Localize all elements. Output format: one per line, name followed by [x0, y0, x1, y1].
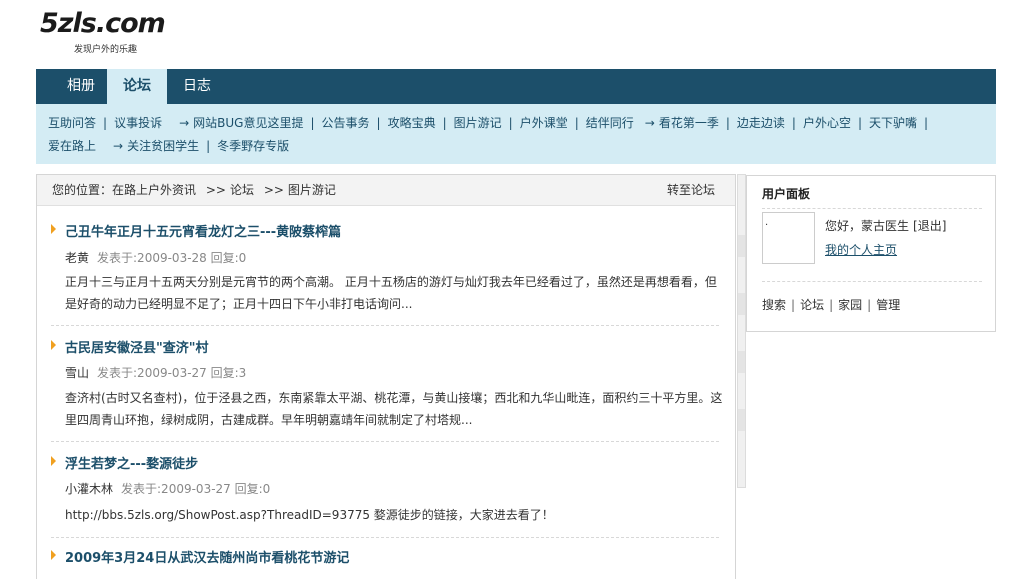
- divider: |: [829, 298, 834, 312]
- post-meta: 雪山 发表于:2009-03-27 回复:3: [65, 364, 246, 381]
- post-title[interactable]: 己丑牛年正月十五元宵看龙灯之三---黄陂蔡榨篇: [65, 221, 341, 240]
- breadcrumb-separator: >>: [263, 183, 284, 197]
- divider: |: [206, 139, 211, 153]
- board-link[interactable]: 结伴同行: [586, 116, 634, 130]
- board-link[interactable]: 议事投诉: [114, 116, 162, 130]
- search-link[interactable]: 搜索: [762, 298, 786, 312]
- scrollbar-stripe: [738, 235, 745, 257]
- divider: |: [442, 116, 447, 130]
- divider: |: [376, 116, 381, 130]
- divider: |: [791, 298, 796, 312]
- arrow-icon: →: [179, 116, 190, 130]
- site-logo[interactable]: 5zls.com 发现户外的乐趣: [40, 8, 166, 55]
- post-item: 己丑牛年正月十五元宵看龙灯之三---黄陂蔡榨篇 老黄 发表于:2009-03-28…: [51, 206, 719, 326]
- divider: [762, 281, 982, 282]
- post-meta: 小灌木林 发表于:2009-03-27 回复:0: [65, 480, 270, 497]
- bullet-arrow-icon: [51, 456, 56, 466]
- board-link[interactable]: 图片游记: [454, 116, 502, 130]
- post-excerpt: 正月十三与正月十五两天分别是元宵节的两个高潮。 正月十五杨店的游灯与灿灯我去年已…: [65, 275, 717, 311]
- board-link[interactable]: 边走边读: [737, 116, 785, 130]
- sub-nav: 互助问答 | 议事投诉 → 网站BUG意见这里提 | 公告事务 | 攻略宝典 | 图片游记 | 户外课堂…: [36, 104, 996, 164]
- board-link[interactable]: 公告事务: [322, 116, 370, 130]
- sub-nav-row-2: 爱在路上 → 关注贫困学生 | 冬季野存专版: [48, 135, 986, 158]
- arrow-icon: →: [113, 139, 124, 153]
- divider: |: [103, 116, 108, 130]
- bullet-arrow-icon: [51, 550, 56, 560]
- post-meta: 老黄 发表于:2009-03-28 回复:0: [65, 249, 246, 266]
- content-scrollbar[interactable]: [737, 174, 746, 488]
- post-excerpt: http://bbs.5zls.org/ShowPost.asp?ThreadI…: [65, 508, 554, 522]
- post-author[interactable]: 老黄: [65, 251, 89, 265]
- divider: |: [791, 116, 796, 130]
- breadcrumb-separator: >>: [205, 183, 226, 197]
- bullet-arrow-icon: [51, 340, 56, 350]
- divider: |: [867, 298, 872, 312]
- post-date-replies: 发表于:2009-03-27 回复:0: [121, 482, 271, 496]
- bullet-arrow-icon: [51, 224, 56, 234]
- breadcrumb-forum[interactable]: 论坛: [230, 183, 254, 197]
- tab-album[interactable]: 相册: [56, 69, 106, 104]
- post-author[interactable]: 雪山: [65, 366, 89, 380]
- breadcrumb-site[interactable]: 在路上户外资讯: [112, 183, 196, 197]
- breadcrumb-board[interactable]: 图片游记: [288, 183, 336, 197]
- post-title[interactable]: 浮生若梦之---婺源徒步: [65, 453, 198, 472]
- sub-nav-row-1: 互助问答 | 议事投诉 → 网站BUG意见这里提 | 公告事务 | 攻略宝典 | 图片游记 | 户外课堂…: [48, 112, 986, 135]
- user-panel-links: 搜索 | 论坛 | 家园 | 管理: [762, 296, 900, 313]
- logo-slogan: 发现户外的乐趣: [74, 45, 138, 55]
- logout-link[interactable]: [退出]: [913, 219, 946, 233]
- greeting: 您好，蒙古医生 [退出]: [825, 217, 946, 234]
- post-date-replies: 发表于:2009-03-27 回复:3: [97, 366, 247, 380]
- user-panel-title: 用户面板: [762, 187, 811, 201]
- scrollbar-stripe: [738, 409, 745, 431]
- avatar-placeholder: .: [765, 217, 769, 228]
- arrow-icon: →: [644, 116, 655, 130]
- divider: |: [725, 116, 730, 130]
- divider: |: [310, 116, 315, 130]
- post-author[interactable]: 小灌木林: [65, 482, 113, 496]
- greeting-text: 您好，蒙古医生: [825, 219, 910, 233]
- board-link[interactable]: 爱在路上: [48, 139, 96, 153]
- post-list-panel: 您的位置：在路上户外资讯 >> 论坛 >> 图片游记 转至论坛 己丑牛年正月十五元宵…: [36, 174, 736, 579]
- board-link[interactable]: 冬季野存专版: [217, 139, 289, 153]
- breadcrumb-prefix: 您的位置：: [52, 183, 113, 197]
- board-link[interactable]: 互助问答: [48, 116, 96, 130]
- tab-forum[interactable]: 论坛: [107, 69, 167, 104]
- post-date-replies: 发表于:2009-03-28 回复:0: [97, 251, 247, 265]
- post-title[interactable]: 2009年3月24日从武汉去随州尚市看桃花节游记: [65, 547, 349, 566]
- board-link[interactable]: 攻略宝典: [388, 116, 436, 130]
- user-panel: 用户面板 . 您好，蒙古医生 [退出] 我的个人主页 搜索 | 论坛 | 家园 | 管理: [746, 175, 996, 332]
- divider: |: [857, 116, 863, 130]
- divider: [762, 208, 982, 209]
- post-item: 古民居安徽泾县"查济"村 雪山 发表于:2009-03-27 回复:3 查济村(古…: [51, 326, 722, 442]
- post-item: 浮生若梦之---婺源徒步 小灌木林 发表于:2009-03-27 回复:0 htt…: [51, 442, 719, 538]
- post-title[interactable]: 古民居安徽泾县"查济"村: [65, 337, 209, 356]
- post-item: 2009年3月24日从武汉去随州尚市看桃花节游记: [51, 538, 719, 579]
- scrollbar-stripe: [738, 351, 745, 373]
- board-link[interactable]: 网站BUG意见这里提: [193, 116, 303, 130]
- profile-link[interactable]: 我的个人主页: [825, 241, 897, 258]
- jump-to-forum-link[interactable]: 转至论坛: [667, 175, 715, 206]
- forum-link[interactable]: 论坛: [800, 298, 824, 312]
- divider: |: [574, 116, 579, 130]
- scrollbar-stripe: [738, 293, 745, 315]
- board-link[interactable]: 看花第一季: [659, 116, 719, 130]
- divider: |: [508, 116, 513, 130]
- main-nav: 相册 论坛 日志: [36, 69, 996, 104]
- home-link[interactable]: 家园: [838, 298, 862, 312]
- board-link[interactable]: 户外心空: [803, 116, 851, 130]
- divider: |: [924, 116, 929, 130]
- admin-link[interactable]: 管理: [876, 298, 900, 312]
- board-link[interactable]: 关注贫困学生: [127, 139, 199, 153]
- board-link[interactable]: 天下驴嘴: [869, 116, 917, 130]
- avatar[interactable]: .: [762, 212, 815, 264]
- breadcrumb: 您的位置：在路上户外资讯 >> 论坛 >> 图片游记 转至论坛: [37, 175, 735, 206]
- logo-text: 5zls.com: [40, 8, 166, 39]
- tab-blog[interactable]: 日志: [172, 69, 222, 104]
- post-excerpt: 查济村(古时又名查村)，位于泾县之西，东南紧靠太平湖、桃花潭，与黄山接壤；西北和…: [65, 391, 723, 427]
- board-link[interactable]: 户外课堂: [520, 116, 568, 130]
